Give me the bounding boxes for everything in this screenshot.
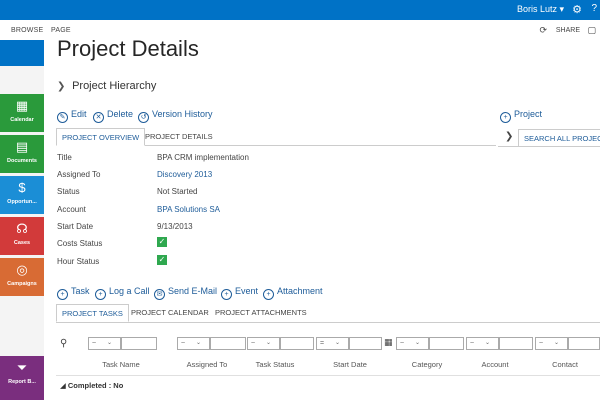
column-header-task-status[interactable]: Task Status (250, 360, 300, 369)
filter-operator-account[interactable]: ~ ⌄ (466, 337, 499, 350)
pencil-icon: ✎ (57, 112, 68, 123)
chevron-right-icon: ❯ (57, 81, 66, 92)
project-hierarchy-label: Project Hierarchy (72, 80, 157, 92)
user-menu[interactable]: Boris Lutz ▾ (517, 4, 564, 15)
suite-bar: Boris Lutz ▾ ⚙ ? (0, 0, 600, 20)
filter-operator-task-name[interactable]: ~ ⌄ (88, 337, 121, 350)
add-attachment-button[interactable]: + Attachment (263, 286, 323, 300)
edit-button[interactable]: ✎ Edit (57, 109, 87, 123)
history-icon: ↺ (138, 112, 149, 123)
field-label-account: Account (57, 205, 86, 214)
field-value-status: Not Started (157, 187, 198, 196)
tab-project-calendar[interactable]: PROJECT CALENDAR (126, 304, 214, 322)
envelope-icon: ✉ (154, 289, 165, 300)
column-header-assigned-to[interactable]: Assigned To (182, 360, 232, 369)
field-label-status: Status (57, 187, 80, 196)
calendar-icon: ▦ (15, 98, 29, 113)
filter-input-task-status[interactable] (280, 337, 314, 350)
question-icon[interactable]: ? (591, 3, 597, 14)
gear-icon[interactable]: ⚙ (572, 3, 582, 16)
ribbon-tab-page[interactable]: PAGE (51, 27, 71, 34)
column-header-category[interactable]: Category (402, 360, 452, 369)
divider (56, 322, 600, 323)
share-button[interactable]: SHARE (556, 27, 580, 34)
field-label-hour-status: Hour Status (57, 257, 100, 266)
field-label-assigned-to: Assigned To (57, 170, 101, 179)
filter-input-category[interactable] (429, 337, 464, 350)
tab-project-details[interactable]: PROJECT DETAILS (140, 128, 218, 146)
nav-tile-calendar[interactable]: ▦ Calendar (0, 94, 44, 132)
tab-search-all-projects[interactable]: SEARCH ALL PROJECTS (518, 129, 600, 147)
column-header-task-name[interactable]: Task Name (96, 360, 146, 369)
column-header-account[interactable]: Account (470, 360, 520, 369)
filter-icon: ⏷ (16, 360, 28, 375)
focus-icon[interactable]: ▢ (587, 25, 596, 36)
nav-tile-campaigns[interactable]: ◎ Campaigns (0, 258, 44, 296)
nav-tile-opportunities[interactable]: $ Opportun... (0, 176, 44, 214)
nav-tile-report[interactable]: ⏷ Report B... (0, 356, 44, 400)
site-logo-bar (0, 40, 44, 66)
filter-input-contact[interactable] (568, 337, 600, 350)
log-call-button[interactable]: + Log a Call (95, 286, 150, 300)
field-value-assigned-to[interactable]: Discovery 2013 (157, 170, 212, 179)
filter-operator-category[interactable]: ~ ⌄ (396, 337, 429, 350)
plus-icon: + (500, 112, 511, 123)
dollar-icon: $ (18, 180, 26, 195)
check-icon: ✓ (157, 237, 167, 247)
field-value-account[interactable]: BPA Solutions SA (157, 205, 220, 214)
nav-tile-cases[interactable]: ☊ Cases (0, 217, 44, 255)
filter-input-assigned-to[interactable] (210, 337, 246, 350)
field-value-title: BPA CRM implementation (157, 153, 249, 162)
ribbon-tab-browse[interactable]: BROWSE (11, 27, 43, 34)
filter-input-start-date[interactable] (349, 337, 382, 350)
field-label-costs-status: Costs Status (57, 239, 103, 248)
plus-icon: + (263, 289, 274, 300)
field-value-start-date: 9/13/2013 (157, 222, 193, 231)
plus-icon: + (95, 289, 106, 300)
delete-button[interactable]: ✕ Delete (93, 109, 133, 123)
check-icon: ✓ (157, 255, 167, 265)
search-icon[interactable]: ⚲ (60, 338, 67, 349)
send-email-button[interactable]: ✉ Send E-Mail (154, 286, 217, 300)
group-header-completed[interactable]: ◢ Completed : No (60, 381, 123, 390)
documents-icon: ▤ (15, 139, 29, 154)
plus-icon: + (221, 289, 232, 300)
column-header-contact[interactable]: Contact (540, 360, 590, 369)
project-hierarchy-toggle[interactable]: ❯ Project Hierarchy (57, 80, 156, 92)
add-project-button[interactable]: + Project (500, 109, 542, 123)
share-icon[interactable]: ⟳ (539, 25, 547, 36)
chevron-right-icon[interactable]: ❯ (505, 131, 513, 142)
filter-operator-assigned-to[interactable]: ~ ⌄ (177, 337, 210, 350)
field-label-title: Title (57, 153, 72, 162)
add-task-button[interactable]: + Task (57, 286, 90, 300)
tab-project-tasks[interactable]: PROJECT TASKS (56, 304, 129, 322)
add-event-button[interactable]: + Event (221, 286, 258, 300)
project-tabs: PROJECT OVERVIEW PROJECT DETAILS (56, 128, 496, 146)
trash-icon: ✕ (93, 112, 104, 123)
filter-operator-start-date[interactable]: = ⌄ (316, 337, 349, 350)
filter-operator-contact[interactable]: ~ ⌄ (535, 337, 568, 350)
tab-project-overview[interactable]: PROJECT OVERVIEW (56, 128, 146, 146)
filter-input-account[interactable] (499, 337, 533, 350)
field-label-start-date: Start Date (57, 222, 94, 231)
divider (56, 375, 600, 376)
version-history-button[interactable]: ↺ Version History (138, 109, 213, 123)
filter-input-task-name[interactable] (121, 337, 157, 350)
triangle-down-icon: ◢ (60, 381, 66, 390)
target-icon: ◎ (16, 262, 28, 277)
column-header-start-date[interactable]: Start Date (325, 360, 375, 369)
page-title: Project Details (57, 36, 199, 61)
tab-project-attachments[interactable]: PROJECT ATTACHMENTS (210, 304, 312, 322)
headset-icon: ☊ (16, 221, 28, 236)
plus-icon: + (57, 289, 68, 300)
calendar-icon[interactable]: ▦ (384, 337, 393, 348)
filter-operator-task-status[interactable]: ~ ⌄ (247, 337, 280, 350)
nav-tile-documents[interactable]: ▤ Documents (0, 135, 44, 173)
divider (498, 146, 600, 147)
